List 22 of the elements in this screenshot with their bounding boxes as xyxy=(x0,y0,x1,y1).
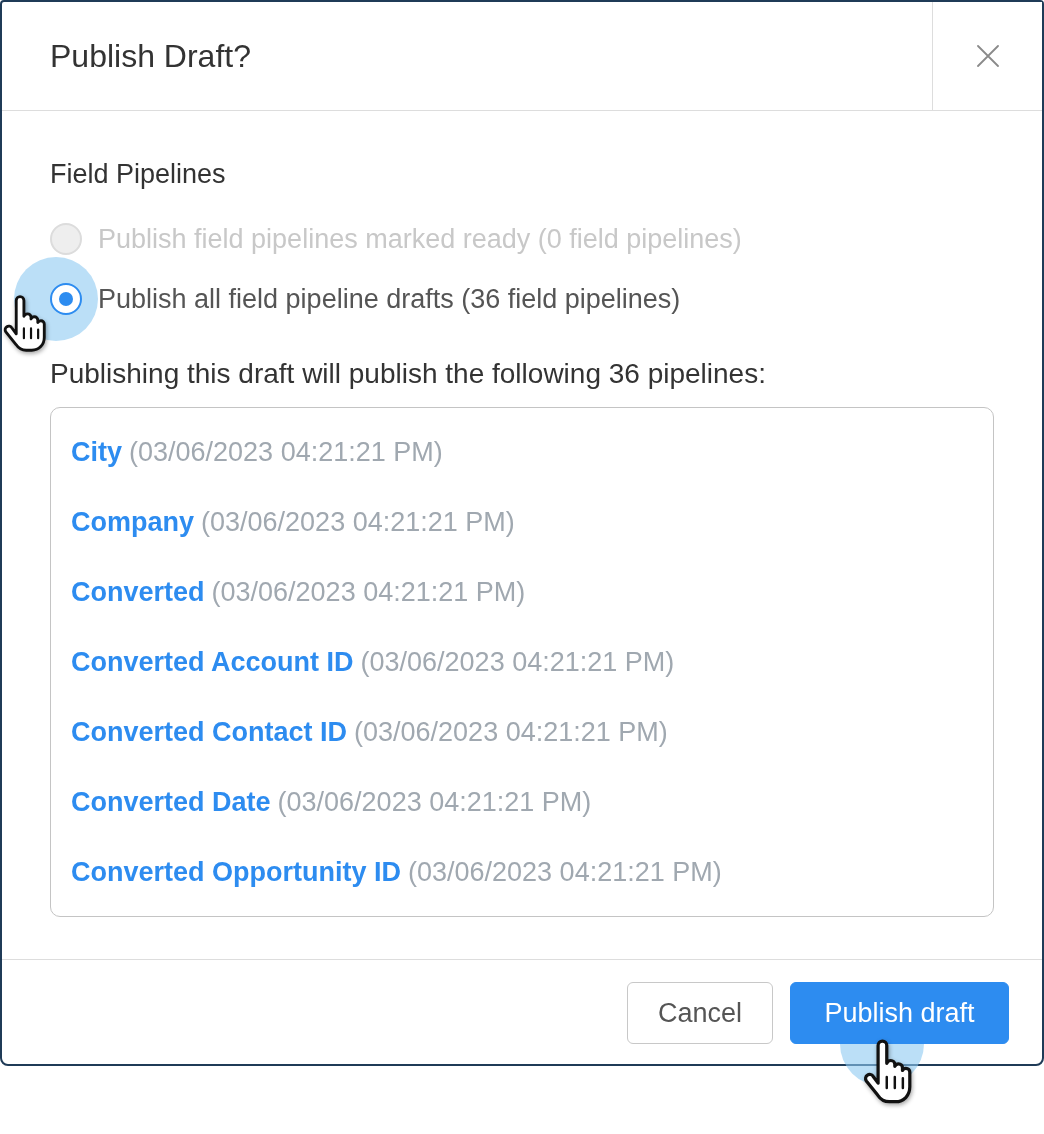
pipeline-link[interactable]: Converted xyxy=(71,576,205,608)
section-label: Field Pipelines xyxy=(50,159,227,189)
summary-text: Publishing this draft will publish the following 36 pipelines: xyxy=(50,359,767,389)
cancel-button[interactable]: Cancel xyxy=(627,982,773,1044)
pipeline-timestamp: (03/06/2023 04:21:21 PM) xyxy=(211,576,526,608)
pipeline-timestamp: (03/06/2023 04:21:21 PM) xyxy=(354,716,668,748)
pipeline-link[interactable]: Converted Date xyxy=(71,786,271,818)
dialog-title: Publish Draft? xyxy=(49,36,252,76)
radio-button[interactable] xyxy=(50,283,82,315)
publish-button[interactable]: Publish draft xyxy=(790,982,1009,1044)
pipeline-link[interactable]: Converted Account ID xyxy=(71,646,354,678)
pipeline-timestamp: (03/06/2023 04:21:21 PM) xyxy=(408,856,722,888)
pipeline-timestamp: (03/06/2023 04:21:21 PM) xyxy=(129,436,443,468)
pipeline-timestamp: (03/06/2023 04:21:21 PM) xyxy=(201,506,515,538)
close-icon xyxy=(976,45,999,67)
radio-label[interactable]: Publish all field pipeline drafts (36 field pipelines) xyxy=(98,283,681,315)
pipeline-link[interactable]: Company xyxy=(71,506,195,538)
pipeline-timestamp: (03/06/2023 04:21:21 PM) xyxy=(277,786,592,818)
pipeline-timestamp: (03/06/2023 04:21:21 PM) xyxy=(360,646,675,678)
pipeline-link[interactable]: City xyxy=(71,436,122,468)
pipeline-link[interactable]: Converted Opportunity ID xyxy=(71,856,401,888)
pipeline-link[interactable]: Converted Contact ID xyxy=(71,716,348,748)
